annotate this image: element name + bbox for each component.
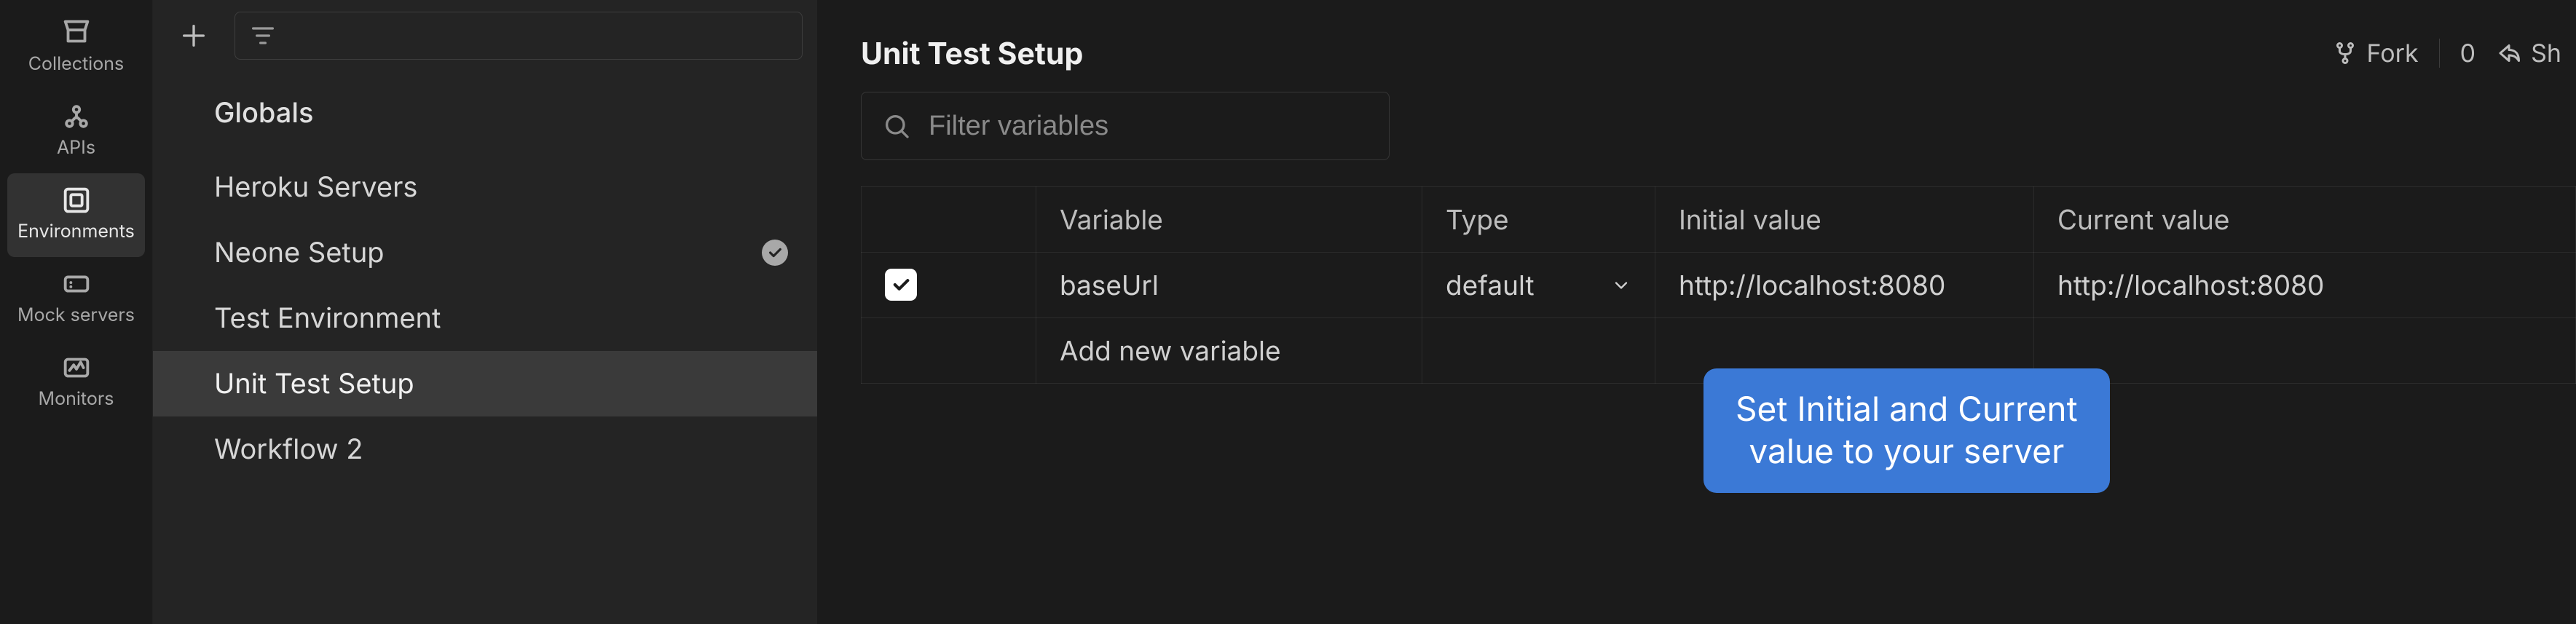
share-button[interactable]: Sh bbox=[2496, 39, 2561, 68]
env-item-name: Unit Test Setup bbox=[214, 367, 414, 400]
search-icon bbox=[882, 111, 911, 141]
divider bbox=[2439, 39, 2440, 68]
rail-label: APIs bbox=[57, 139, 95, 157]
environments-panel: Globals Heroku Servers Neone Setup Test … bbox=[153, 0, 817, 624]
rail-apis[interactable]: APIs bbox=[0, 90, 152, 173]
globals-item[interactable]: Globals bbox=[153, 71, 817, 154]
rail-label: Environments bbox=[17, 223, 135, 241]
col-header-enabled bbox=[862, 187, 1036, 253]
title-actions: Fork 0 Sh bbox=[2332, 39, 2561, 68]
share-label: Sh bbox=[2531, 39, 2561, 68]
rail-monitors[interactable]: Monitors bbox=[0, 341, 152, 424]
chevron-down-icon bbox=[1611, 275, 1631, 296]
row-current-cell[interactable]: http://localhost:8080 bbox=[2034, 253, 2576, 318]
callout-line: value to your server bbox=[1736, 431, 2078, 473]
col-header-initial: Initial value bbox=[1655, 187, 2034, 253]
callout-line: Set Initial and Current bbox=[1736, 389, 2078, 431]
fork-label: Fork bbox=[2367, 39, 2419, 68]
type-dropdown[interactable]: default bbox=[1446, 269, 1631, 301]
rail-mock-servers[interactable]: Mock servers bbox=[0, 257, 152, 341]
env-item[interactable]: Test Environment bbox=[153, 285, 817, 351]
type-value: default bbox=[1446, 269, 1535, 301]
add-variable-cell[interactable]: Add new variable bbox=[1036, 318, 1422, 384]
col-header-type: Type bbox=[1422, 187, 1655, 253]
rail-label: Monitors bbox=[39, 390, 114, 408]
monitors-icon bbox=[60, 351, 93, 384]
title-row: Unit Test Setup Fork 0 Sh bbox=[861, 0, 2576, 92]
env-item[interactable]: Neone Setup bbox=[153, 220, 817, 285]
environments-icon bbox=[60, 183, 93, 217]
variables-table: Variable Type Initial value Current valu… bbox=[861, 186, 2576, 384]
active-environment-icon bbox=[762, 240, 788, 266]
fork-count: 0 bbox=[2460, 39, 2475, 68]
env-item-name: Workflow 2 bbox=[214, 433, 363, 466]
row-variable-cell[interactable]: baseUrl bbox=[1036, 253, 1422, 318]
apis-icon bbox=[60, 100, 93, 133]
environment-detail: Unit Test Setup Fork 0 Sh Variable Type … bbox=[817, 0, 2576, 624]
filter-environments-input[interactable] bbox=[235, 12, 803, 60]
row-enable-checkbox[interactable] bbox=[885, 269, 917, 301]
rail-label: Collections bbox=[28, 55, 124, 74]
env-item-name: Heroku Servers bbox=[214, 170, 417, 204]
annotation-callout: Set Initial and Current value to your se… bbox=[1703, 368, 2110, 493]
create-environment-button[interactable] bbox=[166, 12, 221, 60]
env-item[interactable]: Heroku Servers bbox=[153, 154, 817, 220]
environment-title: Unit Test Setup bbox=[861, 35, 1083, 71]
primary-sidebar: Collections APIs Environments Mock serve… bbox=[0, 0, 153, 624]
collections-icon bbox=[60, 16, 93, 50]
env-item[interactable]: Unit Test Setup bbox=[153, 351, 817, 416]
share-icon bbox=[2496, 40, 2522, 66]
check-icon bbox=[767, 245, 783, 261]
check-icon bbox=[891, 275, 911, 295]
row-current-cell bbox=[2034, 318, 2576, 384]
env-list: Globals Heroku Servers Neone Setup Test … bbox=[153, 71, 817, 624]
row-enable-cell bbox=[862, 318, 1036, 384]
filter-variables-field[interactable] bbox=[929, 111, 1368, 142]
mock-servers-icon bbox=[60, 267, 93, 301]
row-type-cell[interactable]: default bbox=[1422, 253, 1655, 318]
fork-icon bbox=[2332, 40, 2358, 66]
table-row: baseUrl default http://localhost:8080 ht… bbox=[862, 253, 2576, 318]
rail-collections[interactable]: Collections bbox=[0, 6, 152, 90]
env-item-name: Neone Setup bbox=[214, 236, 385, 269]
fork-button[interactable]: Fork bbox=[2332, 39, 2419, 68]
row-type-cell bbox=[1422, 318, 1655, 384]
env-list-toolbar bbox=[153, 0, 817, 71]
col-header-current: Current value bbox=[2034, 187, 2576, 253]
filter-icon bbox=[248, 21, 277, 50]
table-header-row: Variable Type Initial value Current valu… bbox=[862, 187, 2576, 253]
rail-environments[interactable]: Environments bbox=[7, 173, 145, 257]
filter-variables-input[interactable] bbox=[861, 92, 1390, 160]
row-enable-cell[interactable] bbox=[862, 253, 1036, 318]
env-item[interactable]: Workflow 2 bbox=[153, 416, 817, 482]
env-item-name: Test Environment bbox=[214, 301, 441, 335]
rail-label: Mock servers bbox=[17, 307, 135, 325]
row-initial-cell[interactable]: http://localhost:8080 bbox=[1655, 253, 2034, 318]
plus-icon bbox=[179, 21, 208, 50]
col-header-variable: Variable bbox=[1036, 187, 1422, 253]
